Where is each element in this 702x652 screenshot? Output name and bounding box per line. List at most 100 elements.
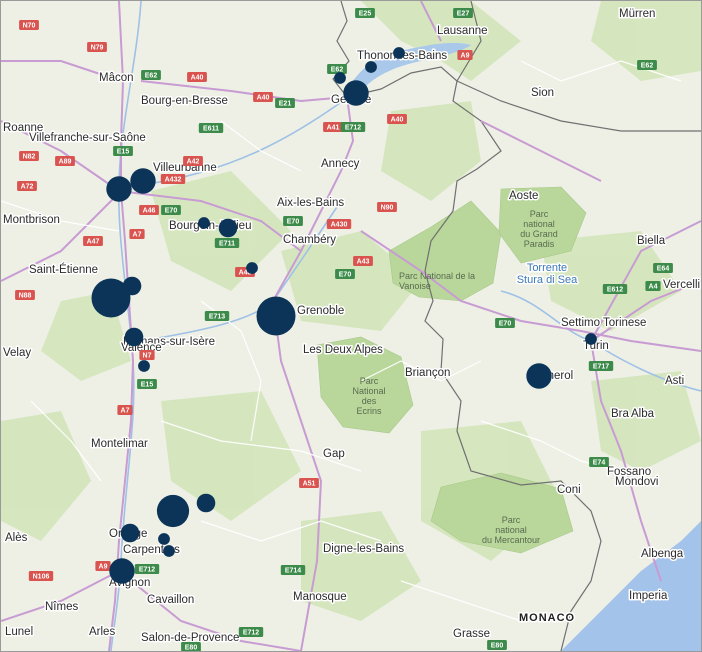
- highway-shield-n79: N79: [87, 42, 107, 52]
- park-label-line: national: [495, 525, 527, 535]
- highway-shield-text: E70: [339, 272, 352, 279]
- highway-shield-text: A4: [649, 284, 658, 291]
- highway-shield-text: A51: [303, 481, 316, 488]
- data-bubble-geneve[interactable]: [343, 80, 369, 106]
- highway-shield-text: E717: [593, 364, 609, 371]
- data-bubble-nyons[interactable]: [196, 493, 216, 513]
- highway-shield-e25: E25: [355, 8, 375, 18]
- highway-shield-e62: E62: [141, 70, 161, 80]
- highway-shield-text: A7: [133, 232, 142, 239]
- highway-shield-a9: A9: [457, 50, 473, 60]
- highway-shield-a72: A72: [17, 181, 37, 191]
- highway-shield-text: E15: [117, 149, 130, 156]
- park-label-line: Parc: [530, 209, 549, 219]
- park-label-line: national: [523, 219, 555, 229]
- highway-shield-text: E62: [145, 73, 158, 80]
- highway-shield-text: N106: [33, 574, 50, 581]
- highway-shield-text: A432: [165, 177, 182, 184]
- highway-shield-e80: E80: [487, 640, 507, 650]
- data-bubble-villeurbanne[interactable]: [130, 168, 156, 194]
- place-label-briancon: Briançon: [405, 367, 450, 379]
- highway-shield-text: A43: [357, 259, 370, 266]
- place-label-settimo-torinese: Settimo Torinese: [561, 317, 646, 329]
- highway-shield-a51: A51: [299, 478, 319, 488]
- highway-shield-text: A40: [257, 95, 270, 102]
- park-label-line: du Grand: [520, 229, 558, 239]
- highway-shield-text: A41: [327, 125, 340, 132]
- park-label-line: Parc: [360, 376, 379, 386]
- highway-shield-text: A46: [143, 208, 156, 215]
- place-label-grenoble: Grenoble: [297, 305, 344, 317]
- highway-shield-e711: E711: [214, 238, 240, 248]
- map-view[interactable]: LausanneMürrenThonon-les-BainsMâconSionB…: [0, 0, 702, 652]
- data-bubble-romans-sur-isere[interactable]: [124, 327, 144, 347]
- highway-shield-text: E713: [209, 314, 225, 321]
- park-label-line: Ecrins: [356, 406, 382, 416]
- highway-shield-text: A40: [391, 117, 404, 124]
- place-label-murren: Mürren: [619, 8, 655, 20]
- highway-shield-e80: E80: [181, 642, 201, 651]
- park-label-line: National: [352, 386, 385, 396]
- highway-shield-text: N70: [23, 23, 36, 30]
- data-bubble-bourgoin-jallieu[interactable]: [218, 218, 238, 238]
- place-label-aix-les-bains: Aix-les-Bains: [277, 197, 344, 209]
- data-bubble-thonon-les-bains[interactable]: [393, 47, 405, 59]
- data-bubble-carpentras-north[interactable]: [158, 533, 170, 545]
- highway-shield-text: E611: [203, 126, 219, 133]
- highway-shield-e713: E713: [204, 311, 230, 321]
- data-bubble-voiron[interactable]: [246, 262, 258, 274]
- data-bubble-geneve-north[interactable]: [365, 61, 377, 73]
- place-label-bourg-en-bresse: Bourg-en-Bresse: [141, 95, 228, 107]
- highway-shield-e70: E70: [161, 205, 181, 215]
- place-label-coni: Coni: [557, 484, 581, 496]
- data-bubble-orange[interactable]: [120, 523, 140, 543]
- highway-shield-text: A40: [191, 75, 204, 82]
- highway-shield-text: E612: [607, 287, 623, 294]
- highway-shield-text: E70: [499, 321, 512, 328]
- place-label-albenga: Albenga: [641, 548, 684, 560]
- highway-shield-text: E64: [657, 266, 670, 273]
- highway-shield-e62: E62: [637, 60, 657, 70]
- data-bubble-geneve-west[interactable]: [334, 72, 346, 84]
- highway-shield-text: N90: [381, 205, 394, 212]
- highway-shield-a4: A4: [645, 281, 661, 291]
- place-label-manosque: Manosque: [293, 591, 347, 603]
- water-label-line: Stura di Sea: [517, 274, 578, 286]
- place-label-macon: Mâcon: [99, 72, 134, 84]
- place-label-villefranche-sur-saone: Villefranche-sur-Saône: [29, 132, 146, 144]
- highway-shield-e74: E74: [589, 457, 609, 467]
- data-bubble-vaison[interactable]: [156, 494, 190, 528]
- highway-shield-e70: E70: [335, 269, 355, 279]
- highway-shield-text: E714: [285, 568, 301, 575]
- data-bubble-bourgoin-jallieu-west[interactable]: [198, 217, 210, 229]
- data-bubble-vienne[interactable]: [122, 276, 142, 296]
- highway-shield-a46: A46: [139, 205, 159, 215]
- data-bubble-pignerol[interactable]: [526, 363, 552, 389]
- highway-shield-text: N7: [143, 353, 152, 360]
- data-bubble-turin[interactable]: [585, 333, 597, 345]
- place-label-nimes: Nîmes: [45, 601, 78, 613]
- place-label-alba: Alba: [631, 408, 655, 420]
- data-bubble-grenoble[interactable]: [256, 296, 296, 336]
- highway-shield-text: A89: [59, 159, 72, 166]
- highway-shield-text: A47: [87, 239, 100, 246]
- highway-shield-text: N79: [91, 45, 104, 52]
- highway-shield-a47: A47: [83, 236, 103, 246]
- highway-shield-a40: A40: [187, 72, 207, 82]
- highway-shield-text: A9: [99, 564, 108, 571]
- data-bubble-carpentras[interactable]: [163, 545, 175, 557]
- highway-shield-e712: E712: [340, 122, 366, 132]
- data-bubble-avignon[interactable]: [109, 558, 135, 584]
- highway-shield-e612: E612: [602, 284, 628, 294]
- place-label-les-deux-alpes: Les Deux Alpes: [303, 344, 383, 356]
- place-label-bourgoin-jallieu: Bourgoin-Jallieu: [169, 220, 251, 232]
- highway-shield-text: E711: [219, 241, 235, 248]
- highway-shield-a432: A432: [160, 174, 186, 184]
- highway-shield-a9: A9: [95, 561, 111, 571]
- highway-shield-text: E70: [287, 219, 300, 226]
- highway-shield-text: E712: [345, 125, 361, 132]
- place-label-lunel: Lunel: [5, 626, 33, 638]
- data-bubble-lyon[interactable]: [106, 176, 132, 202]
- place-label-vercelli: Vercelli: [663, 279, 700, 291]
- data-bubble-valence[interactable]: [138, 360, 150, 372]
